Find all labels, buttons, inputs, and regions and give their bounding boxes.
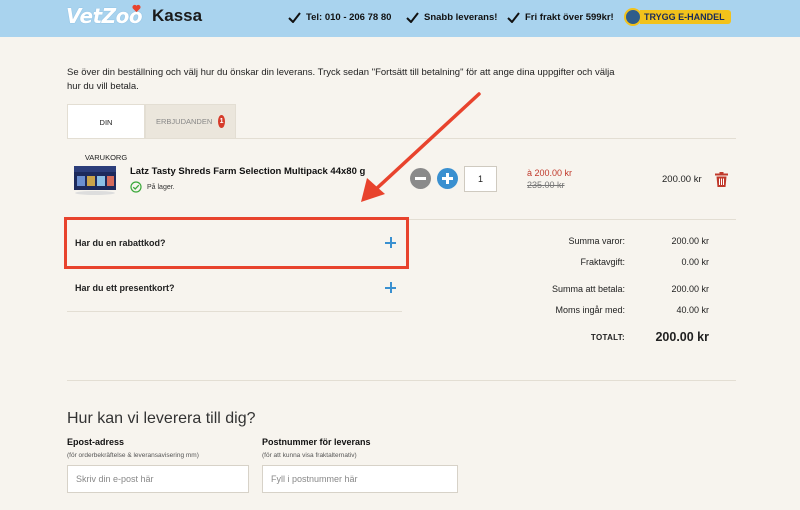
usp-delivery-text: Snabb leverans! — [424, 12, 498, 23]
delivery-heading: Hur kan vi leverera till dig? — [67, 410, 256, 427]
summary-vat-value: 40.00 kr — [676, 305, 709, 315]
trust-badge-label: TRYGG E-HANDEL — [640, 10, 731, 24]
summary-goods-label: Summa varor: — [568, 236, 625, 246]
site-header: VetZoo Kassa Tel: 010 - 206 78 80 Snabb … — [0, 0, 800, 37]
checkmark-icon — [507, 12, 520, 23]
usp-free-shipping: Fri frakt över 599kr! — [507, 12, 614, 23]
cart-tabs: DIN VARUKORG ERBJUDANDEN 1 — [67, 104, 236, 162]
email-field[interactable] — [67, 465, 249, 493]
postcode-field[interactable] — [262, 465, 458, 493]
tab-offers-label: ERBJUDANDEN — [156, 117, 213, 126]
usp-phone-text: Tel: 010 - 206 78 80 — [306, 12, 392, 23]
offers-count-badge: 1 — [218, 115, 225, 128]
stock-label: På lager. — [147, 183, 175, 191]
summary-shipping-label: Fraktavgift: — [580, 257, 625, 267]
plus-icon — [385, 282, 396, 293]
heart-icon — [132, 4, 141, 13]
tab-cart-label: DIN VARUKORG — [84, 118, 128, 162]
gift-card-label: Har du ett presentkort? — [75, 283, 175, 293]
product-name-link[interactable]: Latz Tasty Shreds Farm Selection Multipa… — [130, 166, 365, 177]
highlight-annotation-box — [64, 217, 409, 269]
postcode-hint: (för att kunna visa fraktalternativ) — [262, 452, 357, 459]
trash-icon[interactable] — [715, 172, 728, 187]
usp-phone: Tel: 010 - 206 78 80 — [288, 12, 391, 23]
stock-status: På lager. — [130, 181, 175, 193]
email-label: Epost-adress — [67, 437, 125, 447]
in-stock-check-icon — [130, 181, 142, 193]
summary-vat-label: Moms ingår med: — [555, 305, 625, 315]
section-divider — [67, 380, 736, 381]
summary-shipping-value: 0.00 kr — [681, 257, 709, 267]
total-value: 200.00 kr — [655, 330, 709, 344]
email-hint: (för orderbekräftelse & leveransaviserin… — [67, 452, 199, 459]
summary-goods-value: 200.00 kr — [671, 236, 709, 246]
summary-to-pay-label: Summa att betala: — [551, 284, 625, 294]
usp-delivery: Snabb leverans! — [406, 12, 497, 23]
original-price: 235.00 kr — [527, 180, 565, 190]
checkmark-icon — [288, 12, 301, 23]
line-total: 200.00 kr — [662, 174, 702, 185]
annotation-arrow-icon — [361, 92, 481, 202]
intro-text: Se över din beställning och välj hur du … — [67, 67, 615, 92]
gift-card-toggle[interactable]: Har du ett presentkort? — [67, 266, 402, 312]
vetzoo-logo[interactable]: VetZoo — [66, 4, 143, 28]
tab-offers[interactable]: ERBJUDANDEN 1 — [145, 104, 236, 139]
postcode-label: Postnummer för leverans — [262, 437, 371, 447]
summary-to-pay-value: 200.00 kr — [671, 284, 709, 294]
total-label: TOTALT: — [590, 333, 625, 342]
tab-cart[interactable]: DIN VARUKORG — [67, 104, 145, 162]
unit-price: à 200.00 kr — [527, 168, 573, 178]
checkmark-icon — [406, 12, 419, 23]
accordion-divider — [67, 311, 402, 312]
product-image[interactable] — [72, 158, 118, 198]
page-title: Kassa — [152, 6, 203, 25]
trygg-ehandel-badge[interactable]: TRYGG E-HANDEL — [624, 8, 731, 26]
usp-free-shipping-text: Fri frakt över 599kr! — [525, 12, 614, 23]
